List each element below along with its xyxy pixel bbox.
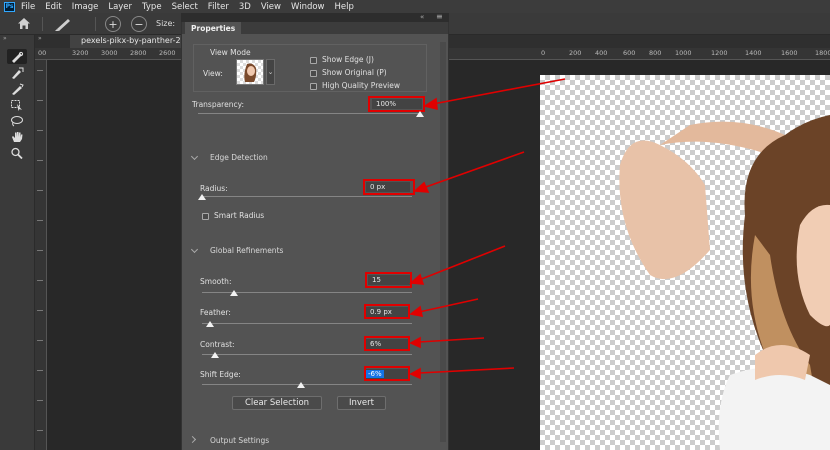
- annotation-arrow: [422, 151, 525, 189]
- annotation-arrowhead: [413, 181, 430, 193]
- annotation-arrow: [418, 337, 485, 343]
- annotation-arrows: [409, 78, 566, 380]
- annotation-arrowhead: [422, 97, 438, 111]
- annotation-arrow: [418, 298, 479, 313]
- annotation-arrow: [418, 367, 515, 374]
- annotation-arrowhead: [409, 273, 425, 285]
- annotation-arrowhead: [409, 367, 421, 380]
- annotation-arrowhead: [409, 305, 424, 318]
- annotation-arrow: [432, 78, 566, 105]
- annotation-arrow: [418, 245, 506, 281]
- annotation-arrowhead: [409, 336, 421, 349]
